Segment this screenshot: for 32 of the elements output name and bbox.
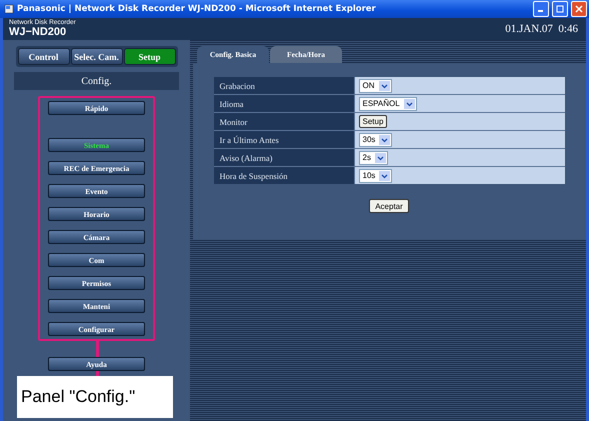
dropdown[interactable]: 10s (358, 168, 392, 182)
window-title: Panasonic | Network Disk Recorder WJ-ND200 - Microsoft Internet Explorer (17, 4, 377, 14)
chevron-down-icon (379, 170, 390, 180)
panel-heading: Config. (14, 72, 179, 90)
dropdown[interactable]: 30s (358, 132, 392, 146)
mode-tab[interactable]: Setup (124, 48, 176, 65)
mode-tab[interactable]: Selec. Cam. (70, 48, 122, 65)
mode-tab[interactable]: Control (18, 48, 70, 65)
setting-label: Aviso (Alarma) (214, 149, 354, 166)
maximize-icon (556, 5, 564, 13)
model-name: WJ−ND200 (9, 26, 68, 38)
dropdown[interactable]: ON (358, 78, 392, 92)
date-time: 01.JAN.07 0:46 (505, 23, 578, 35)
chevron-down-icon (404, 98, 415, 108)
setup-button[interactable]: Setup (358, 115, 388, 128)
close-icon (575, 5, 583, 13)
callout-label: Panel "Config." (17, 376, 173, 418)
maximize-button[interactable] (552, 1, 568, 17)
minimize-button[interactable] (533, 1, 549, 17)
setting-label: Hora de Suspensión (214, 167, 354, 184)
accept-button[interactable]: Aceptar (369, 199, 409, 213)
setting-label: Monitor (214, 113, 354, 130)
setting-label: Idioma (214, 95, 354, 112)
browser-icon (4, 4, 14, 14)
chevron-down-icon (374, 152, 386, 162)
chevron-down-icon (378, 80, 390, 90)
chevron-down-icon (379, 134, 390, 144)
dropdown[interactable]: ESPAÑOL (358, 96, 417, 110)
close-button[interactable] (571, 1, 587, 17)
dropdown[interactable]: 2s (358, 150, 388, 164)
setting-label: Ir a Último Antes (214, 131, 354, 148)
setting-label: Grabacion (214, 77, 354, 94)
